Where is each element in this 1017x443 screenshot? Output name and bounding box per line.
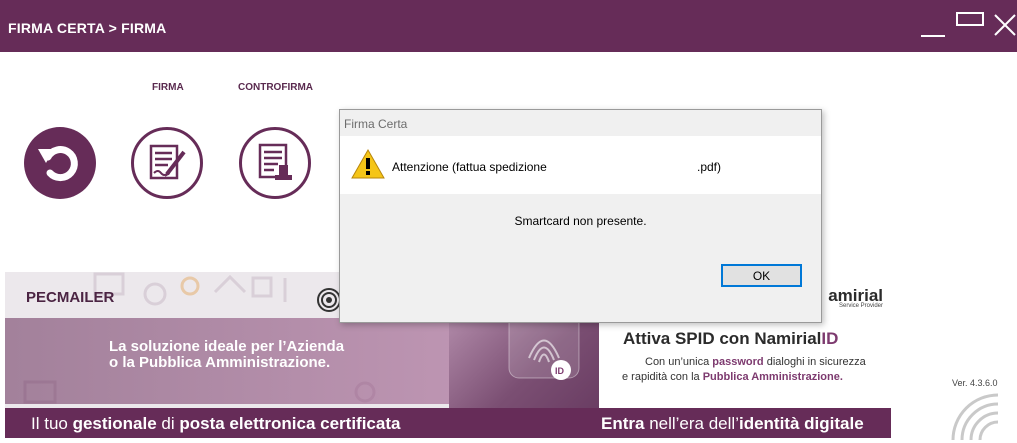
countersign-button[interactable] — [239, 127, 311, 199]
window-title: FIRMA CERTA > FIRMA — [8, 20, 167, 36]
refresh-icon — [38, 146, 78, 182]
banner-bottom-bar: Il tuo gestionale di posta elettronica c… — [5, 408, 891, 438]
countersign-document-icon — [258, 143, 292, 180]
warning-icon — [351, 148, 385, 179]
maximize-button[interactable] — [956, 12, 984, 26]
close-icon — [994, 14, 1016, 36]
sign-button[interactable] — [131, 127, 203, 199]
ok-button[interactable]: OK — [721, 264, 802, 287]
svg-text:ID: ID — [555, 366, 565, 376]
version-label: Ver. 4.3.6.0 — [952, 378, 998, 388]
dialog-title: Firma Certa — [344, 117, 408, 131]
brand-waves-icon — [951, 393, 999, 441]
error-dialog: Firma Certa Attenzione (fattua spedizion… — [339, 109, 822, 323]
dialog-message-main: Attenzione (fattua spedizione — [392, 160, 547, 174]
tab-firma[interactable]: FIRMA — [152, 82, 184, 93]
pecmailer-logo-text: PECMAILER — [26, 289, 115, 306]
sign-document-icon — [149, 144, 186, 180]
close-button[interactable] — [994, 14, 1016, 36]
tab-controfirma[interactable]: CONTROFIRMA — [238, 82, 313, 93]
namirial-brand-sub: Service Provider — [838, 303, 883, 309]
tagline-line-2: o la Pubblica Amministrazione. — [109, 354, 331, 371]
minimize-button[interactable] — [921, 22, 945, 38]
tagline-line-1: La soluzione ideale per l’Azienda — [109, 338, 345, 355]
spid-headline: Attiva SPID con NamirialID — [623, 329, 839, 348]
dialog-message-detail: Smartcard non presente. — [514, 214, 647, 228]
maximize-icon — [956, 12, 984, 26]
dialog-message-filename-ext: .pdf) — [697, 160, 722, 174]
dialog-message-area: Attenzione (fattua spedizione .pdf) — [340, 136, 821, 194]
minimize-icon — [921, 35, 945, 37]
target-logo-icon — [317, 288, 341, 312]
title-bar: FIRMA CERTA > FIRMA — [0, 0, 1017, 52]
back-button[interactable] — [24, 127, 96, 199]
spid-description-line-2: e rapidità con la Pubblica Amministrazio… — [622, 371, 843, 383]
banner-bottom-left: Il tuo gestionale di posta elettronica c… — [31, 414, 401, 433]
banner-bottom-right: Entra nell’era dell’identità digitale — [601, 414, 864, 433]
spid-description-line-1: Con un’unica password dialoghi in sicure… — [645, 356, 866, 368]
